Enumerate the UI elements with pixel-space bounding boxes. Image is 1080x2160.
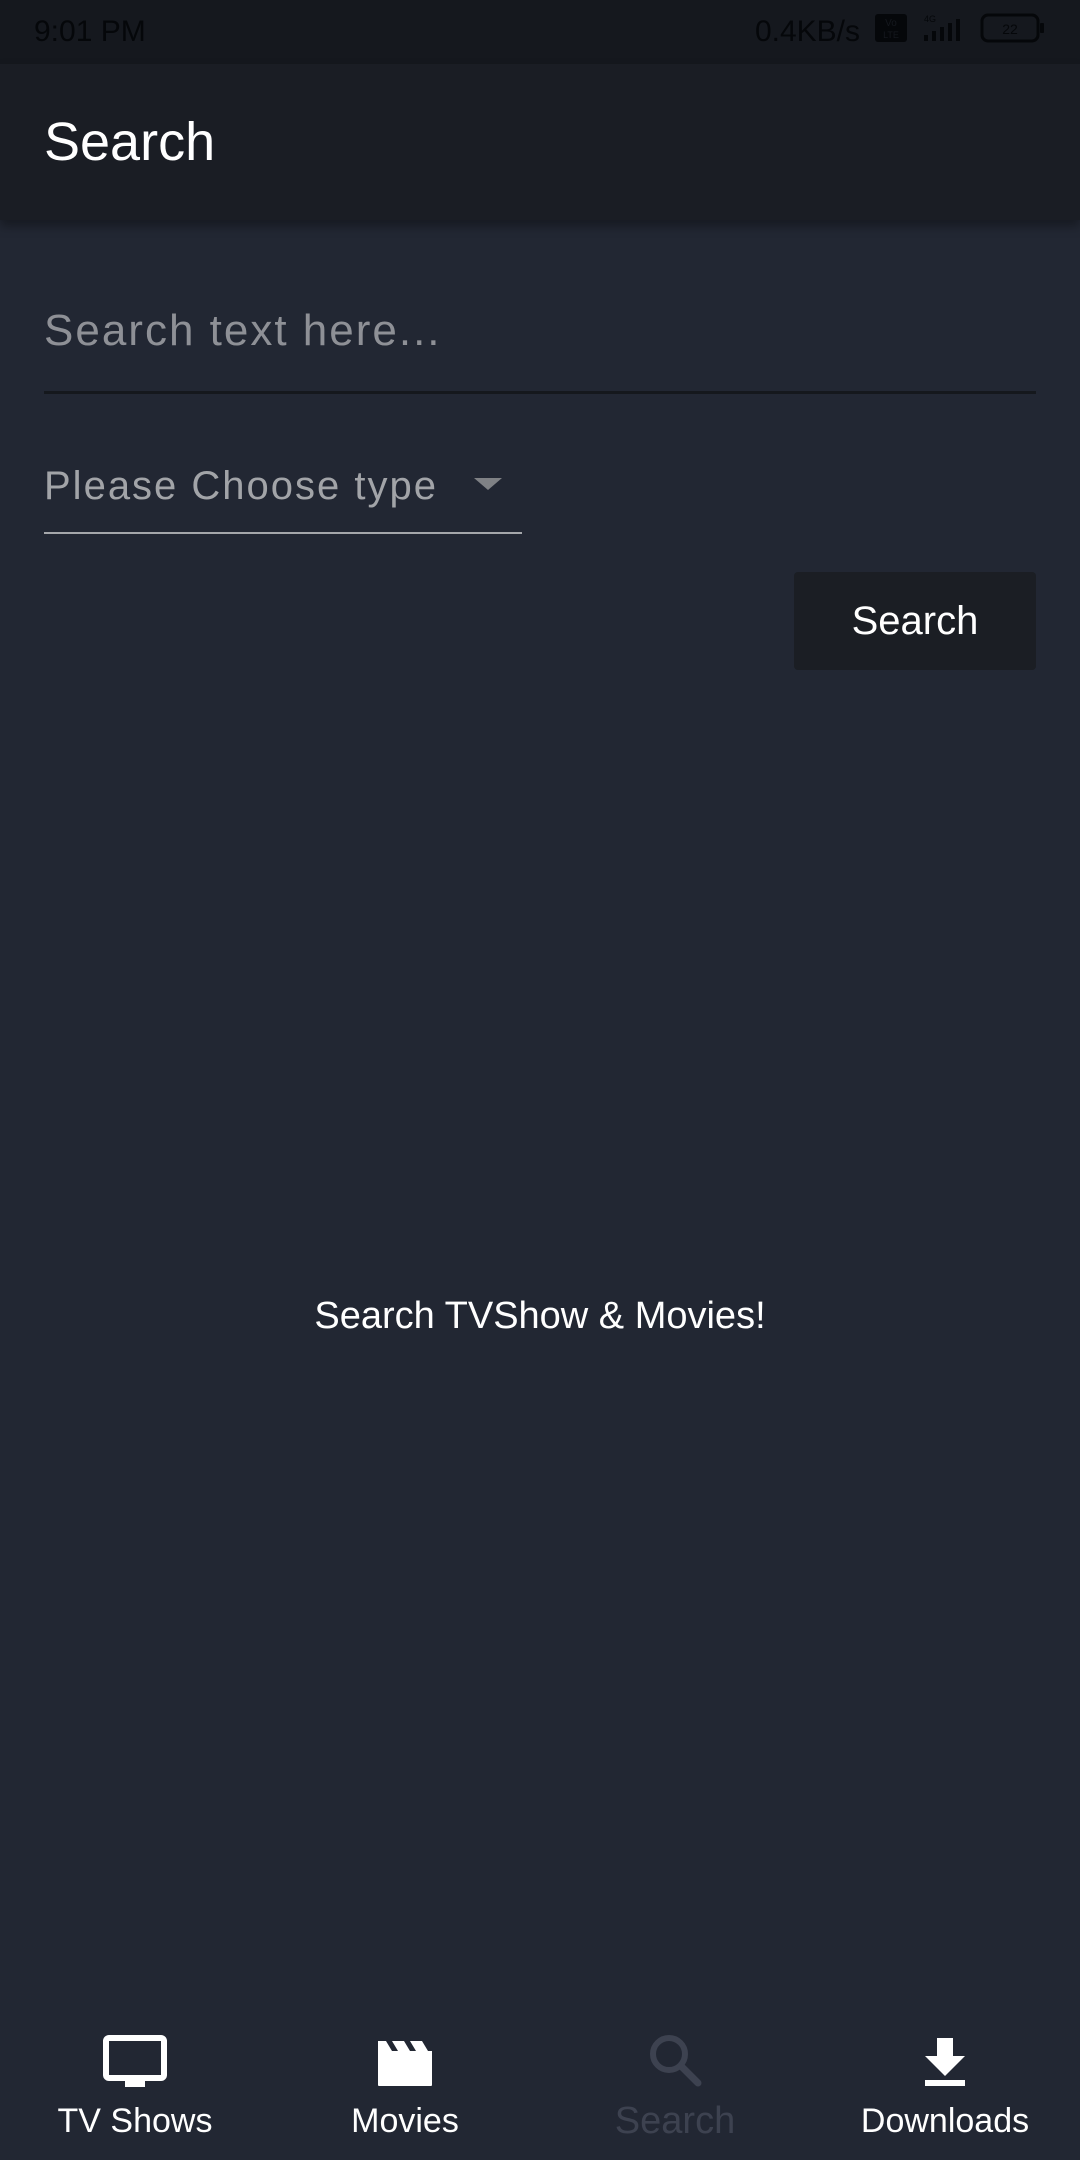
app-bar: Search	[0, 64, 1080, 220]
status-time: 9:01 PM	[34, 15, 146, 48]
clapperboard-icon	[371, 2030, 439, 2094]
type-dropdown[interactable]: Please Choose type	[44, 440, 522, 534]
network-speed: 0.4KB/s	[754, 15, 860, 48]
empty-state-message: Search TVShow & Movies!	[314, 1295, 766, 1337]
svg-text:4G: 4G	[924, 14, 936, 24]
search-icon	[641, 2028, 709, 2092]
nav-item-tv-shows[interactable]: TV Shows	[0, 2010, 270, 2160]
battery-icon: 22	[980, 12, 1046, 52]
nav-label-tv-shows: TV Shows	[57, 2101, 213, 2140]
status-bar: 9:01 PM 0.4KB/s Vo LTE 4G 22	[0, 0, 1080, 64]
download-icon	[911, 2030, 979, 2094]
nav-label-downloads: Downloads	[860, 2101, 1030, 2140]
svg-text:Vo: Vo	[885, 18, 897, 29]
bottom-navigation: TV Shows Movies Search Downloads	[0, 2010, 1080, 2160]
status-indicators: 0.4KB/s Vo LTE 4G 22	[755, 12, 1046, 52]
svg-text:LTE: LTE	[883, 30, 899, 40]
nav-item-downloads[interactable]: Downloads	[810, 2010, 1080, 2160]
search-button[interactable]: Search	[794, 572, 1036, 670]
nav-label-search: Search	[614, 2099, 736, 2142]
signal-icon: 4G	[922, 13, 966, 51]
battery-level: 22	[1002, 21, 1018, 37]
tv-icon	[101, 2030, 169, 2094]
nav-item-movies[interactable]: Movies	[270, 2010, 540, 2160]
chevron-down-icon	[474, 476, 502, 497]
volte-icon: Vo LTE	[874, 13, 908, 51]
nav-label-movies: Movies	[351, 2101, 459, 2140]
page-title: Search	[44, 112, 216, 172]
type-dropdown-label: Please Choose type	[44, 463, 439, 508]
nav-item-search[interactable]: Search	[540, 2010, 810, 2160]
search-input[interactable]	[44, 270, 1036, 394]
